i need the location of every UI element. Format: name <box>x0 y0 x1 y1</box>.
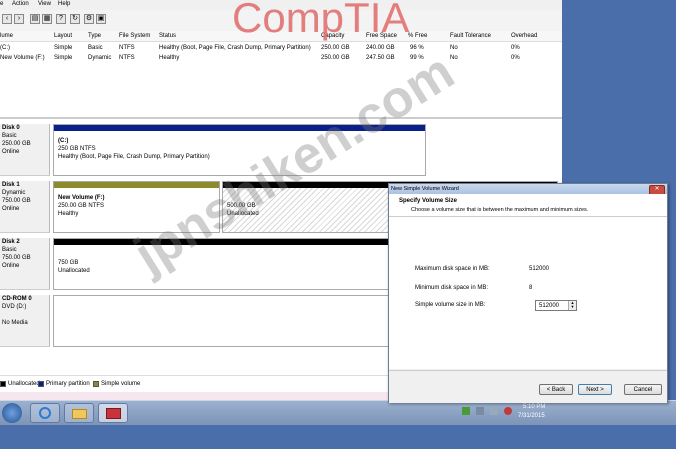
properties-icon[interactable]: ▦ <box>42 14 52 24</box>
wizard-subheading: Choose a volume size that is between the… <box>411 207 589 213</box>
wizard-title: New Simple Volume Wizard <box>391 186 459 192</box>
table-row[interactable]: (C:) Simple Basic NTFS Healthy (Boot, Pa… <box>0 44 562 53</box>
cell-fault-tolerance: No <box>450 45 458 51</box>
wizard-titlebar[interactable]: New Simple Volume Wizard ✕ <box>389 184 667 195</box>
disk-0-label[interactable]: Disk 0 Basic 250.00 GB Online <box>0 124 50 176</box>
taskbar: 5:10 PM 7/31/2015 <box>0 400 676 425</box>
tray-network-icon[interactable] <box>476 407 484 415</box>
cdrom-0-label[interactable]: CD-ROM 0 DVD (D:) No Media <box>0 295 50 347</box>
status-strip <box>0 392 390 400</box>
col-volume[interactable]: lume <box>0 33 13 39</box>
tray-alert-icon[interactable] <box>504 407 512 415</box>
clock-time[interactable]: 5:10 PM <box>523 404 545 410</box>
view-icon[interactable]: ▣ <box>96 14 106 24</box>
menu-item-help[interactable]: Help <box>58 1 70 7</box>
col-file-system[interactable]: File System <box>119 33 150 39</box>
disk-name: CD-ROM 0 <box>2 296 32 302</box>
comptia-watermark: CompTIA <box>232 0 410 41</box>
back-icon[interactable]: ‹ <box>2 14 12 24</box>
cell-capacity: 250.00 GB <box>321 55 350 61</box>
cell-free-space: 247.50 GB <box>366 55 395 61</box>
primary-swatch <box>38 381 44 387</box>
internet-explorer-icon[interactable] <box>30 403 60 423</box>
cell-type: Dynamic <box>88 55 112 61</box>
new-simple-volume-wizard: New Simple Volume Wizard ✕ Specify Volum… <box>388 183 668 403</box>
max-space-label: Maximum disk space in MB: <box>415 266 490 272</box>
col-layout[interactable]: Layout <box>54 33 72 39</box>
menu-file-fragment[interactable]: e <box>0 1 3 7</box>
cell-status: Healthy (Boot, Page File, Crash Dump, Pr… <box>159 45 311 51</box>
cell-overhead: 0% <box>511 55 520 61</box>
clock-date[interactable]: 7/31/2015 <box>518 413 545 419</box>
volume-size-label: Simple volume size in MB: <box>415 302 486 308</box>
file-explorer-icon[interactable] <box>64 403 94 423</box>
computer-management-icon[interactable] <box>98 403 128 423</box>
cell-layout: Simple <box>54 45 73 51</box>
simple-volume-bar <box>54 182 219 188</box>
volume-size-input[interactable]: 512000 <box>539 303 559 309</box>
settings-icon[interactable]: ⚙ <box>84 14 94 24</box>
cell-overhead: 0% <box>511 45 520 51</box>
disk-state: Online <box>2 149 20 155</box>
table-row[interactable]: New Volume (F:) Simple Dynamic NTFS Heal… <box>0 54 562 63</box>
cell-type: Basic <box>88 45 103 51</box>
menu-item-view[interactable]: View <box>38 1 51 7</box>
cell-fault-tolerance: No <box>450 55 458 61</box>
disk-1-label[interactable]: Disk 1 Dynamic 750.00 GB Online <box>0 181 50 233</box>
volume-size-stepper[interactable]: 512000 ▲ ▼ <box>535 300 577 311</box>
cell-volume: New Volume (F:) <box>0 55 45 61</box>
unallocated-swatch <box>0 381 6 387</box>
col-percent-free[interactable]: % Free <box>408 33 427 39</box>
wizard-body: Maximum disk space in MB: 512000 Minimum… <box>389 217 667 369</box>
max-space-value: 512000 <box>529 266 550 272</box>
disk-name: Disk 0 <box>2 125 20 131</box>
wizard-header: Specify Volume Size Choose a volume size… <box>389 194 667 217</box>
cell-capacity: 250.00 GB <box>321 45 350 51</box>
menu-item-action[interactable]: Action <box>12 1 29 7</box>
disk-size: 750.00 GB <box>2 255 31 261</box>
disk-name: Disk 1 <box>2 182 20 188</box>
cell-file-system: NTFS <box>119 45 135 51</box>
cell-layout: Simple <box>54 55 73 61</box>
disk-size: 750.00 GB <box>2 198 31 204</box>
col-status[interactable]: Status <box>159 33 176 39</box>
cell-volume: (C:) <box>0 45 10 51</box>
legend-simple: Simple volume <box>101 381 141 387</box>
legend-primary: Primary partition <box>46 381 90 387</box>
next-button[interactable]: Next > <box>578 384 612 395</box>
disk-state: No Media <box>2 320 28 326</box>
disk-type: Dynamic <box>2 190 26 196</box>
partition-status: Healthy (Boot, Page File, Crash Dump, Pr… <box>58 154 210 160</box>
cell-status: Healthy <box>159 55 180 61</box>
console-tree-icon[interactable]: ▤ <box>30 14 40 24</box>
simple-swatch <box>93 381 99 387</box>
disk-name: Disk 2 <box>2 239 20 245</box>
stepper-arrows-icon[interactable]: ▲ ▼ <box>568 301 576 310</box>
disk-state: Online <box>2 206 20 212</box>
disk-type: Basic <box>2 247 17 253</box>
tray-volume-icon[interactable] <box>490 407 498 415</box>
legend-unallocated: Unallocated <box>8 381 40 387</box>
disk-2-label[interactable]: Disk 2 Basic 750.00 GB Online <box>0 238 50 290</box>
wizard-heading: Specify Volume Size <box>399 198 457 204</box>
wizard-footer: < Back Next > Cancel <box>389 370 667 403</box>
refresh-icon[interactable]: ↻ <box>70 14 80 24</box>
col-fault-tolerance[interactable]: Fault Tolerance <box>450 33 491 39</box>
tray-flag-icon[interactable] <box>462 407 470 415</box>
disk-state: Online <box>2 263 20 269</box>
cell-free-space: 240.00 GB <box>366 45 395 51</box>
forward-icon[interactable]: › <box>14 14 24 24</box>
start-button[interactable] <box>2 403 22 423</box>
back-button[interactable]: < Back <box>539 384 573 395</box>
cell-file-system: NTFS <box>119 55 135 61</box>
help-icon[interactable]: ? <box>56 14 66 24</box>
cancel-button[interactable]: Cancel <box>624 384 662 395</box>
col-overhead[interactable]: Overhead <box>511 33 537 39</box>
disk-type: DVD (D:) <box>2 304 27 310</box>
min-space-value: 8 <box>529 285 533 291</box>
min-space-label: Minimum disk space in MB: <box>415 285 489 291</box>
disk-type: Basic <box>2 133 17 139</box>
disk-size: 250.00 GB <box>2 141 31 147</box>
col-type[interactable]: Type <box>88 33 101 39</box>
